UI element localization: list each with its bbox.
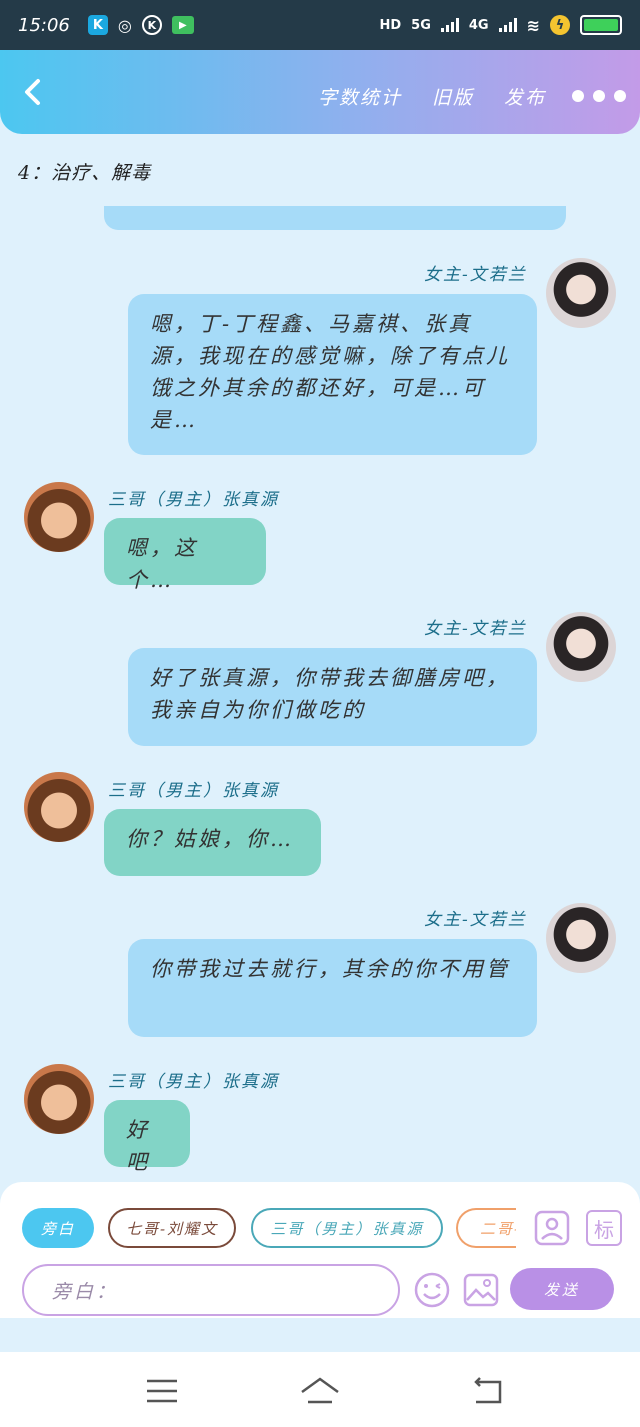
role-chip-seventh-brother[interactable]: 七哥-刘耀文 bbox=[108, 1208, 236, 1248]
app-k-icon: K bbox=[87, 15, 108, 35]
contact-card-icon[interactable] bbox=[534, 1210, 570, 1246]
avatar-male-lead[interactable] bbox=[24, 482, 94, 552]
emoji-icon[interactable] bbox=[414, 1272, 450, 1308]
previous-bubble-tail bbox=[104, 206, 566, 230]
network-4g-label: 4G bbox=[468, 17, 489, 33]
message-bubble[interactable]: 好吧 bbox=[104, 1100, 190, 1174]
speaker-name: 女主-文若兰 bbox=[424, 910, 527, 930]
speaker-name: 三哥（男主）张真源 bbox=[108, 490, 279, 510]
speaker-name: 女主-文若兰 bbox=[424, 619, 527, 639]
hd-icon: HD bbox=[379, 17, 402, 33]
chat-area[interactable]: 4：治疗、解毒 女主-文若兰 嗯，丁-丁程鑫、马嘉祺、张真源，我现在的感觉嘛，除… bbox=[0, 134, 640, 1182]
speaker-name: 女主-文若兰 bbox=[424, 265, 527, 285]
video-app-icon: ▶ bbox=[171, 16, 194, 34]
role-chip-second-brother[interactable]: 二哥- bbox=[456, 1208, 516, 1248]
composer-panel: 旁白 七哥-刘耀文 三哥（男主）张真源 二哥- 标 旁白： 发送 bbox=[0, 1182, 640, 1318]
status-right: HD 5G 4G ≋ ϟ bbox=[379, 15, 622, 35]
system-nav-bar bbox=[0, 1352, 640, 1427]
charging-icon: ϟ bbox=[550, 15, 570, 35]
old-version-button[interactable]: 旧版 bbox=[432, 83, 474, 110]
app-header: 字数统计 旧版 发布 bbox=[0, 50, 640, 134]
message-bubble[interactable]: 好了张真源，你带我去御膳房吧，我亲自为你们做吃的 bbox=[128, 648, 537, 746]
publish-button[interactable]: 发布 bbox=[504, 83, 546, 110]
back-nav-icon[interactable] bbox=[468, 1374, 508, 1408]
word-count-button[interactable]: 字数统计 bbox=[318, 83, 402, 110]
status-time: 15:06 bbox=[18, 14, 70, 36]
avatar-female-lead[interactable] bbox=[546, 612, 616, 682]
avatar-female-lead[interactable] bbox=[546, 903, 616, 973]
signal-2-icon bbox=[498, 18, 517, 32]
speaker-name: 三哥（男主）张真源 bbox=[108, 781, 279, 801]
status-bar: 15:06 K ◎ K ▶ HD 5G 4G ≋ ϟ bbox=[0, 0, 640, 50]
role-chip-narrator[interactable]: 旁白 bbox=[22, 1208, 94, 1248]
home-icon[interactable] bbox=[300, 1374, 340, 1408]
image-icon[interactable] bbox=[463, 1272, 499, 1308]
message-bubble[interactable]: 你带我过去就行，其余的你不用管 bbox=[128, 939, 537, 1037]
signal-icon bbox=[440, 18, 459, 32]
network-5g-label: 5G bbox=[411, 17, 431, 33]
send-button[interactable]: 发送 bbox=[510, 1268, 614, 1310]
avatar-male-lead[interactable] bbox=[24, 772, 94, 842]
more-menu-icon[interactable] bbox=[572, 90, 626, 102]
role-chip-third-brother[interactable]: 三哥（男主）张真源 bbox=[251, 1208, 443, 1248]
menu-icon[interactable] bbox=[142, 1374, 182, 1408]
previous-message-text: 4：治疗、解毒 bbox=[18, 162, 152, 184]
message-input[interactable]: 旁白： bbox=[22, 1264, 400, 1316]
battery-icon bbox=[580, 15, 622, 35]
message-bubble[interactable]: 你？姑娘，你… bbox=[104, 809, 321, 876]
avatar-female-lead[interactable] bbox=[546, 258, 616, 328]
message-bubble[interactable]: 嗯，这个… bbox=[104, 518, 266, 592]
tag-icon[interactable]: 标 bbox=[586, 1210, 622, 1246]
app-circle-k-icon: K bbox=[141, 15, 162, 35]
back-icon[interactable] bbox=[22, 78, 44, 106]
wifi-icon: ≋ bbox=[526, 15, 540, 35]
message-bubble[interactable]: 嗯，丁-丁程鑫、马嘉祺、张真源，我现在的感觉嘛，除了有点儿饿之外其余的都还好，可… bbox=[128, 294, 537, 455]
speaker-name: 三哥（男主）张真源 bbox=[108, 1072, 279, 1092]
panel-spacer bbox=[0, 1318, 640, 1352]
wechat-icon: ◎ bbox=[117, 15, 132, 35]
avatar-male-lead[interactable] bbox=[24, 1064, 94, 1134]
